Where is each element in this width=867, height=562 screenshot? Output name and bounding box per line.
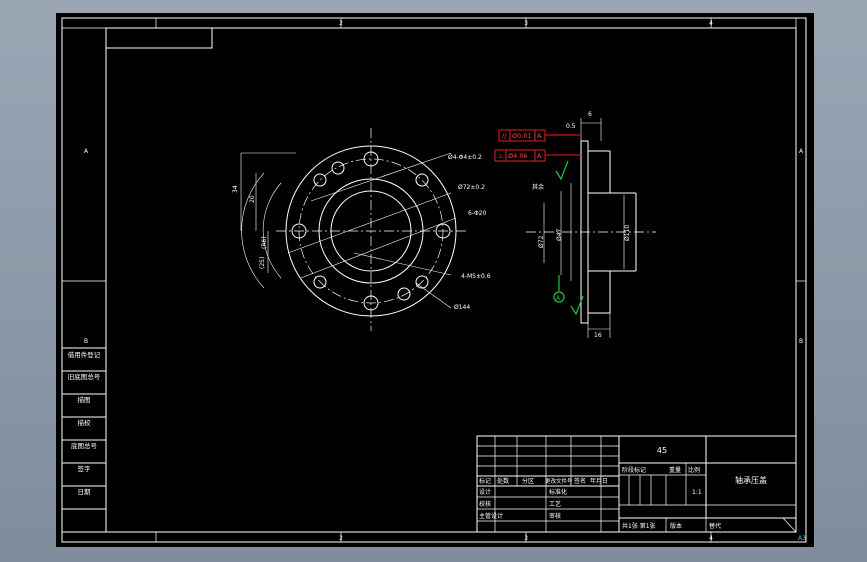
zone-top-2: 2 — [339, 20, 343, 27]
tb-sheet-info: 共1张 第1张 — [622, 522, 656, 530]
tb-stage-2: 重量 — [669, 466, 681, 474]
cad-viewport[interactable]: 2 3 4 2 3 4 A B A B 借用件登记 旧底图总号 描图 描校 底图… — [56, 13, 814, 547]
tb-header-3: 分区 — [522, 477, 534, 485]
tb-part-name: 轴承压盖 — [735, 475, 767, 485]
tb-header-6: 年月日 — [590, 477, 608, 485]
dim-front-1: Ø4-Φ4±0.2 — [448, 154, 482, 161]
dim-side-step: 0.5 — [566, 123, 576, 130]
dim-side-flange: Ø110 — [624, 225, 631, 241]
front-view — [240, 128, 466, 331]
dim-front-8: (R6) — [261, 236, 268, 249]
tol-1-ref: A — [537, 132, 542, 140]
dim-side-thickness: 6 — [588, 111, 592, 118]
dim-front-3: 6-Φ20 — [468, 210, 487, 217]
tb-header-2: 处数 — [497, 477, 509, 485]
tb-role2-3: 审核 — [549, 512, 561, 520]
tol-2-value: Ø4.06 — [508, 152, 528, 160]
dim-side-bore: Ø72 — [538, 235, 545, 248]
tb-header-1: 标记 — [479, 477, 491, 485]
dim-front-6: 34 — [232, 185, 239, 193]
zone-right-b: B — [799, 338, 803, 345]
tol-2-ref: A — [537, 152, 542, 160]
sheet-code: A3 — [798, 535, 806, 542]
zone-top-4: 4 — [709, 20, 713, 27]
dim-side-left-mark: 其余 — [532, 183, 544, 191]
left-label-1: 借用件登记 — [68, 350, 101, 359]
left-label-3: 底图总号 — [71, 441, 98, 450]
tb-replace: 替代 — [709, 522, 721, 530]
drawing-code-box — [105, 27, 213, 49]
tb-role-2: 校核 — [479, 500, 491, 508]
dim-front-7: 20 — [249, 195, 256, 203]
tb-header-5: 签名 — [574, 477, 586, 485]
left-label-extra-2: 描校 — [78, 418, 92, 427]
zone-bottom-3: 3 — [524, 535, 528, 542]
zone-top-3: 3 — [524, 20, 528, 27]
engineering-drawing: 2 3 4 2 3 4 A B A B 借用件登记 旧底图总号 描图 描校 底图… — [61, 17, 807, 543]
left-label-4: 签字 — [78, 464, 92, 473]
zone-bottom-4: 4 — [709, 535, 713, 542]
tol-1-symbol: // — [502, 132, 507, 140]
dim-front-5: Ø144 — [454, 304, 470, 311]
dim-front-4: 4-M5±0.6 — [461, 273, 491, 280]
tb-stage-1: 阶段标记 — [622, 466, 646, 474]
zone-left-b: B — [84, 338, 88, 345]
inner-border — [105, 27, 797, 533]
tb-header-4: 更改文件号 — [545, 477, 573, 485]
tb-version: 版本 — [670, 522, 682, 530]
tol-1-value: Ø0.01 — [512, 132, 532, 140]
zone-bottom-2: 2 — [339, 535, 343, 542]
dim-front-2: Ø72±0.2 — [458, 184, 485, 191]
datum-a-label: A — [556, 295, 561, 302]
zone-left-a: A — [84, 148, 89, 155]
left-label-extra-1: 描图 — [78, 395, 91, 404]
left-label-5: 日期 — [78, 488, 92, 496]
tb-material: 45 — [657, 446, 667, 455]
tb-role2-2: 工艺 — [549, 500, 561, 508]
left-label-2: 旧底图总号 — [68, 372, 101, 381]
tb-stage-3: 比例 — [688, 466, 700, 474]
dim-side-outer: Ø47 — [556, 228, 563, 241]
tb-role-3: 主管设计 — [479, 512, 503, 520]
zone-right-a: A — [799, 148, 804, 155]
dim-front-9: (25) — [259, 257, 266, 269]
dim-side-bottom: 16 — [594, 332, 602, 339]
tb-scale: 1:1 — [692, 489, 702, 496]
tol-2-symbol: ⊥ — [498, 152, 504, 160]
tb-role-1: 设计 — [479, 488, 491, 496]
tb-role2-1: 标准化 — [549, 488, 567, 496]
